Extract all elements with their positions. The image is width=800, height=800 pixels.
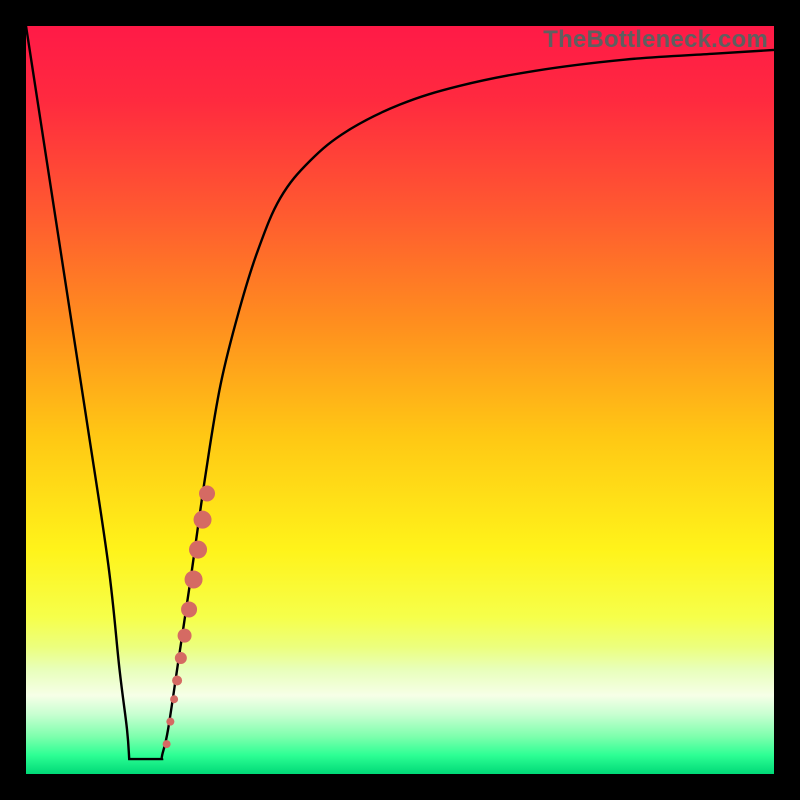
sample-dot <box>172 676 182 686</box>
sample-dot <box>199 486 215 502</box>
sample-dot <box>170 695 178 703</box>
sample-dot <box>163 740 171 748</box>
plot-area: TheBottleneck.com <box>26 26 774 774</box>
sample-dot <box>175 652 187 664</box>
sample-dot <box>166 718 174 726</box>
sample-dot <box>189 541 207 559</box>
chart-svg <box>26 26 774 774</box>
sample-dot <box>178 629 192 643</box>
gradient-background <box>26 26 774 774</box>
sample-dot <box>185 571 203 589</box>
sample-dot <box>181 601 197 617</box>
outer-frame: TheBottleneck.com <box>0 0 800 800</box>
sample-dot <box>194 511 212 529</box>
